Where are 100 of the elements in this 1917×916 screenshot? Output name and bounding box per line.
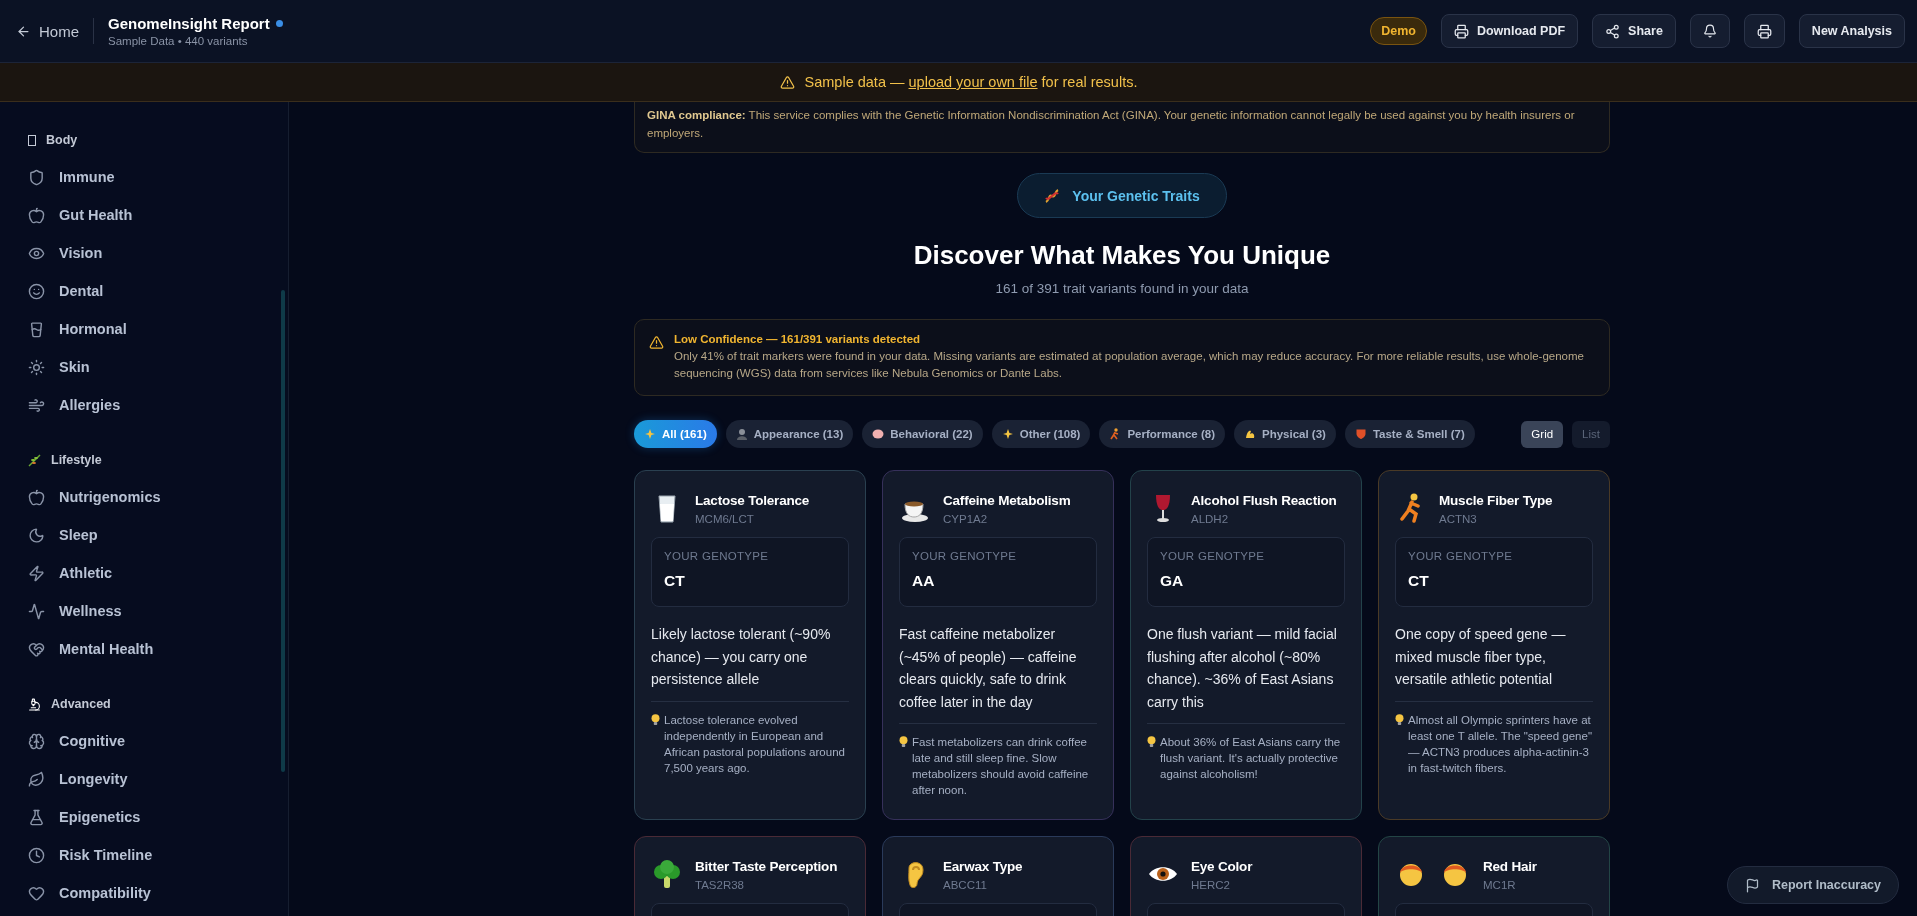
home-link[interactable]: Home	[16, 18, 94, 44]
gene-name: TAS2R38	[695, 879, 745, 891]
filter-chip[interactable]: Other (108)	[991, 420, 1091, 448]
flag-icon	[1744, 877, 1760, 893]
herb-icon	[28, 453, 41, 467]
sidebar-item[interactable]: Risk Timeline	[28, 836, 288, 874]
sidebar-section-title: Lifestyle	[51, 453, 102, 467]
genotype-label: YOUR GENOTYPE	[912, 550, 1018, 562]
genotype-label: YOUR GENOTYPE	[1408, 550, 1514, 562]
filter-chip[interactable]: All (161)	[634, 420, 717, 448]
trait-card[interactable]	[1130, 470, 1362, 820]
sidebar-section-title: Advanced	[51, 697, 111, 711]
trait-title: Muscle Fiber Type	[1439, 492, 1553, 510]
sidebar-item[interactable]: Immune	[28, 158, 288, 196]
notifications-button[interactable]	[1689, 14, 1730, 48]
filter-chip[interactable]: Performance (8)	[1099, 420, 1225, 448]
broccoli-icon	[651, 858, 683, 890]
trait-card[interactable]: Bitter Taste Perception TAS2R38	[634, 836, 866, 916]
sidebar-item[interactable]: Compatibility	[28, 874, 288, 912]
new-analysis-button[interactable]: New Analysis	[1798, 14, 1905, 48]
dna-icon	[1044, 187, 1061, 204]
gina-notice: GINA compliance: This service complies with the Genetic Information Nondiscrimination Act (GINA). Your genetic information cannot legally be used against you by health insurers or employers.	[634, 102, 1610, 153]
download-pdf-button[interactable]: Download PDF	[1440, 14, 1579, 48]
page-heading: Discover What Makes You Unique	[913, 240, 1331, 271]
gene-name: ACTN3	[1439, 513, 1478, 525]
report-inaccuracy-button[interactable]: Report Inaccuracy	[1726, 866, 1899, 904]
report-subtitle: Sample Data • 440 variants	[108, 35, 249, 47]
lightbulb-icon	[1147, 736, 1156, 748]
flexed-arm-icon	[1245, 430, 1255, 438]
upload-link[interactable]: upload your own file	[908, 74, 1038, 90]
trait-card[interactable]	[1378, 470, 1610, 820]
sidebar-item[interactable]: Longevity	[28, 760, 288, 798]
warning-icon	[779, 74, 795, 90]
trait-card[interactable]	[634, 470, 866, 820]
sidebar-item[interactable]: Cognitive	[28, 722, 288, 760]
gene-name: HERC2	[1191, 879, 1231, 891]
trait-card[interactable]: Earwax Type ABCC11	[882, 836, 1114, 916]
gene-name: ALDH2	[1191, 513, 1230, 525]
trait-title: Earwax Type	[943, 858, 1023, 876]
runner-icon	[1110, 428, 1120, 440]
share-icon	[1605, 23, 1621, 39]
view-toggle[interactable]: Grid	[1521, 420, 1564, 448]
trait-card[interactable]: Eye Color HERC2	[1130, 836, 1362, 916]
genotype-label: YOUR GENOTYPE	[1160, 550, 1266, 562]
trait-title: Caffeine Metabolism	[943, 492, 1071, 510]
glass-icon	[28, 320, 45, 338]
gene-name: MC1R	[1483, 879, 1517, 891]
trait-fact: Lactose tolerance evolved independently in European and African pastoral populations around 7,500 years ago.	[664, 712, 846, 776]
scrollbar[interactable]	[281, 290, 285, 772]
moon-icon	[28, 526, 45, 544]
demo-badge: Demo	[1370, 17, 1427, 45]
alert-title: Low Confidence — 161/391 variants detected	[674, 333, 922, 345]
share-button[interactable]: Share	[1592, 14, 1676, 48]
trait-title: Alcohol Flush Reaction	[1191, 492, 1337, 510]
shield-icon	[1356, 429, 1366, 439]
sidebar-item[interactable]: Skin	[28, 348, 288, 386]
clock-icon	[28, 846, 45, 864]
filter-chip[interactable]: Taste & Smell (7)	[1344, 420, 1475, 448]
lightning-icon	[28, 564, 45, 582]
sidebar-item[interactable]: Mental Health	[28, 630, 288, 668]
sidebar-item[interactable]: Hormonal	[28, 310, 288, 348]
apple-icon	[28, 488, 45, 506]
filter-chip[interactable]: Physical (3)	[1233, 420, 1336, 448]
sidebar-item[interactable]: Sleep	[28, 516, 288, 554]
sidebar-item[interactable]: Gut Health	[28, 196, 288, 234]
trait-card[interactable]	[882, 470, 1114, 820]
lightbulb-icon	[899, 736, 908, 748]
filter-chip[interactable]: Appearance (13)	[725, 420, 854, 448]
smile-icon	[28, 282, 45, 300]
trait-title: Lactose Tolerance	[695, 492, 810, 510]
sidebar-item[interactable]: Vision	[28, 234, 288, 272]
report-title: GenomeInsight Report	[108, 15, 270, 32]
sidebar-item[interactable]: Wellness	[28, 592, 288, 630]
lightbulb-icon	[1395, 713, 1404, 726]
heart-icon	[28, 884, 45, 902]
lightbulb-icon	[651, 713, 660, 726]
trait-description: Fast caffeine metabolizer (~45% of people) — caffeine clears quickly, safe to drink coffee later in the day	[899, 623, 1097, 724]
wind-icon	[28, 396, 45, 414]
box-icon	[28, 134, 36, 146]
gene-name: ABCC11	[943, 879, 988, 891]
pulse-icon	[28, 602, 45, 620]
trait-fact: Almost all Olympic sprinters have at least one T allele. The "speed gene" — ACTN3 produces alpha-actinin-3 in fast-twitch fibers.	[1408, 712, 1593, 776]
sidebar-item[interactable]: Epigenetics	[28, 798, 288, 836]
sparkle-icon	[645, 429, 655, 439]
genotype-value: CT	[1408, 572, 1430, 590]
sidebar-item[interactable]: Nutrigenomics	[28, 478, 288, 516]
warning-icon	[649, 335, 664, 350]
flask-icon	[28, 808, 45, 826]
trait-card[interactable]: Red Hair MC1R	[1378, 836, 1610, 916]
genotype-value: AA	[912, 572, 936, 590]
microscope-icon	[28, 697, 41, 711]
bell-icon	[1702, 24, 1717, 38]
sparkle-icon	[1002, 429, 1013, 439]
trait-description: One copy of speed gene — mixed muscle fiber type, versatile athletic potential	[1395, 623, 1593, 702]
sidebar-item[interactable]: Dental	[28, 272, 288, 310]
sidebar-item[interactable]: Allergies	[28, 386, 288, 424]
sidebar-item[interactable]: Athletic	[28, 554, 288, 592]
print-button[interactable]	[1743, 14, 1785, 48]
alert-text: Only 41% of trait markers were found in your data. Missing variants are estimated at population average, which may reduce accuracy. For more reliable results, use whole-genome sequencing (WGS) data from services like Nebula Genomics or Dante Labs.	[674, 349, 1585, 381]
filter-chip[interactable]: Behavioral (22)	[862, 420, 983, 448]
